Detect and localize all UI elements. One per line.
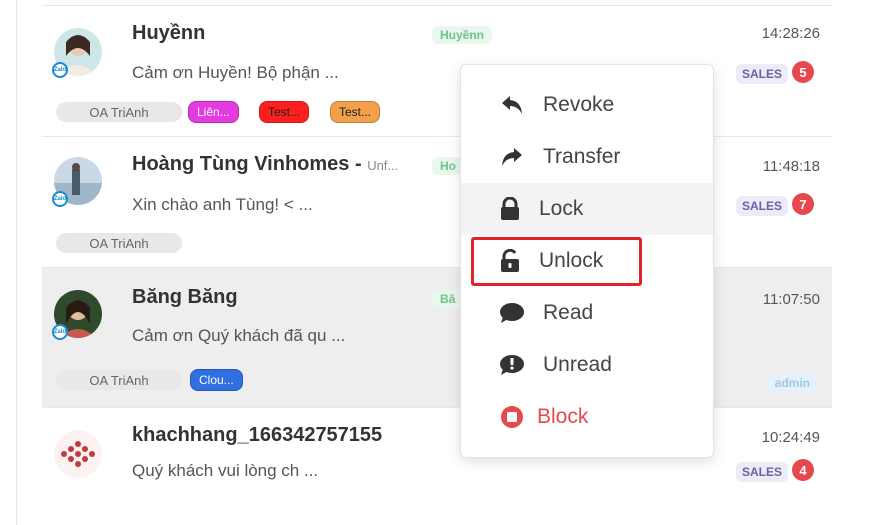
message-time: 11:07:50 <box>762 291 820 308</box>
message-time: 14:28:26 <box>761 25 820 42</box>
avatar: Zalo <box>52 290 104 340</box>
menu-item-label: Unread <box>543 353 612 376</box>
message-preview: Cảm ơn Quý khách đã qu ... <box>132 326 346 345</box>
menu-item-read[interactable]: Read <box>461 287 713 339</box>
message-preview: Xin chào anh Tùng! < ... <box>132 195 313 214</box>
menu-item-label: Lock <box>539 197 584 220</box>
menu-item-lock[interactable]: Lock <box>461 183 713 235</box>
message-preview: Quý khách vui lòng ch ... <box>132 461 319 480</box>
menu-item-label: Revoke <box>543 93 615 116</box>
zalo-icon: Zalo <box>52 324 68 340</box>
share-icon <box>499 144 525 170</box>
contact-name: Huyềnn <box>132 22 206 44</box>
avatar: Zalo <box>52 28 104 78</box>
zalo-icon: Zalo <box>52 191 68 207</box>
contact-tag: Huyềnn <box>432 26 493 44</box>
comment-icon <box>499 300 525 326</box>
label-tag[interactable]: Clou... <box>190 369 243 391</box>
sales-badge: SALES <box>735 64 788 84</box>
default-avatar-icon <box>61 441 95 467</box>
sales-badge: SALES <box>735 196 788 216</box>
avatar: Zalo <box>52 157 104 207</box>
oa-badge: OA TriAnh <box>56 102 182 122</box>
menu-item-unread[interactable]: Unread <box>461 339 713 391</box>
contact-name: khachhang_166342757155 <box>132 424 383 446</box>
menu-item-label: Transfer <box>543 145 621 168</box>
unread-count-badge: 5 <box>792 61 814 83</box>
zalo-icon: Zalo <box>52 62 68 78</box>
panel-left-border <box>16 0 17 525</box>
message-time: 11:48:18 <box>762 158 820 175</box>
sales-badge: SALES <box>735 462 788 482</box>
menu-item-label: Block <box>537 405 589 428</box>
contact-name: Hoàng Tùng Vinhomes - Unf... <box>132 153 399 175</box>
unread-count-badge: 4 <box>792 459 814 481</box>
reply-icon <box>499 92 525 118</box>
lock-icon <box>497 196 523 222</box>
unlock-highlight-box <box>471 237 642 286</box>
assignee-badge: admin <box>766 374 818 392</box>
menu-item-revoke[interactable]: Revoke <box>461 79 713 131</box>
name-suffix: Unf... <box>367 158 399 173</box>
oa-badge: OA TriAnh <box>56 233 182 253</box>
menu-item-label: Read <box>543 301 594 324</box>
contact-tag: Bă <box>432 290 464 308</box>
label-tag[interactable]: Test... <box>330 101 381 123</box>
label-tag[interactable]: Liên... <box>188 101 239 123</box>
menu-item-transfer[interactable]: Transfer <box>461 131 713 183</box>
message-time: 10:24:49 <box>761 429 820 446</box>
oa-badge: OA TriAnh <box>56 370 182 390</box>
contact-name: Băng Băng <box>132 286 238 308</box>
label-tag[interactable]: Test... <box>259 101 310 123</box>
avatar <box>54 430 104 480</box>
unread-count-badge: 7 <box>792 193 814 215</box>
comment-exclamation-icon <box>499 352 525 378</box>
block-icon <box>499 404 525 430</box>
message-preview: Cảm ơn Huyền! Bộ phận ... <box>132 63 339 82</box>
menu-item-block[interactable]: Block <box>461 391 713 443</box>
